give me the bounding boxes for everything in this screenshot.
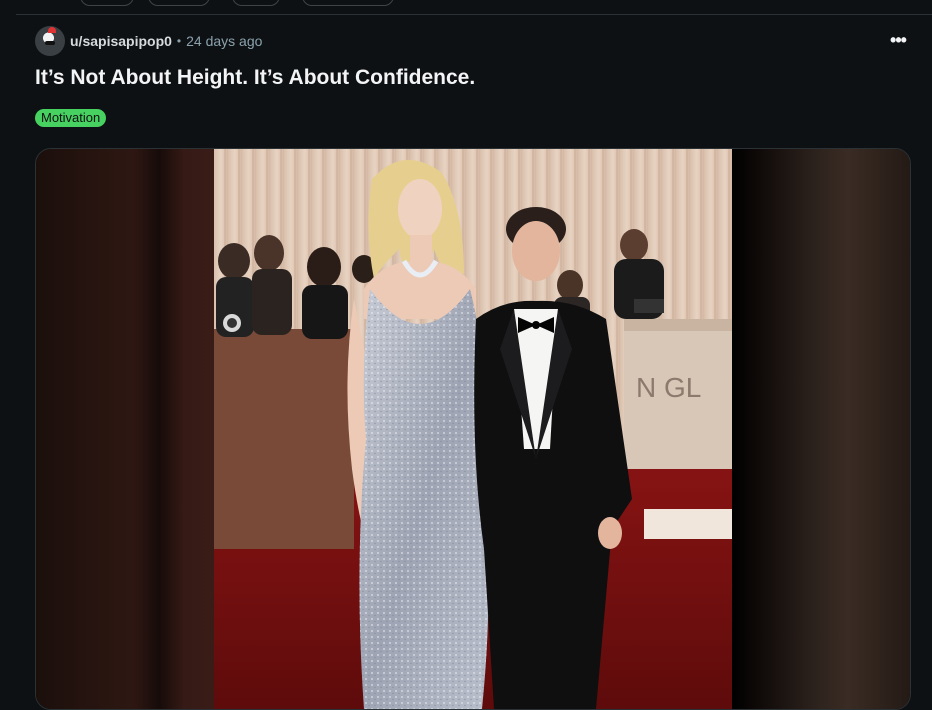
- post-image[interactable]: N GL: [214, 149, 732, 709]
- feed-pill[interactable]: [302, 0, 394, 6]
- backdrop-text: N GL: [636, 372, 701, 403]
- post-title[interactable]: It’s Not About Height. It’s About Confid…: [35, 66, 475, 90]
- post-header: u/sapisapipop0 • 24 days ago: [35, 25, 262, 57]
- more-options-icon: •••: [890, 29, 907, 50]
- feed-divider: [16, 14, 932, 15]
- media-blur-right: [732, 149, 910, 709]
- post-media[interactable]: N GL: [35, 148, 911, 710]
- feed-pill[interactable]: [232, 0, 280, 6]
- avatar-hat: [48, 27, 56, 33]
- meta-separator: •: [176, 34, 182, 48]
- photo-illustration: N GL: [214, 149, 732, 709]
- author-link[interactable]: u/sapisapipop0: [70, 33, 172, 49]
- avatar-icon[interactable]: [35, 26, 65, 56]
- flair-badge[interactable]: Motivation: [35, 109, 107, 127]
- media-blur-left: [36, 149, 214, 709]
- top-strip: [0, 0, 932, 14]
- feed-pill[interactable]: [80, 0, 134, 6]
- feed-pill[interactable]: [148, 0, 210, 6]
- post-timestamp: 24 days ago: [186, 33, 263, 49]
- more-options-button[interactable]: •••: [880, 28, 916, 52]
